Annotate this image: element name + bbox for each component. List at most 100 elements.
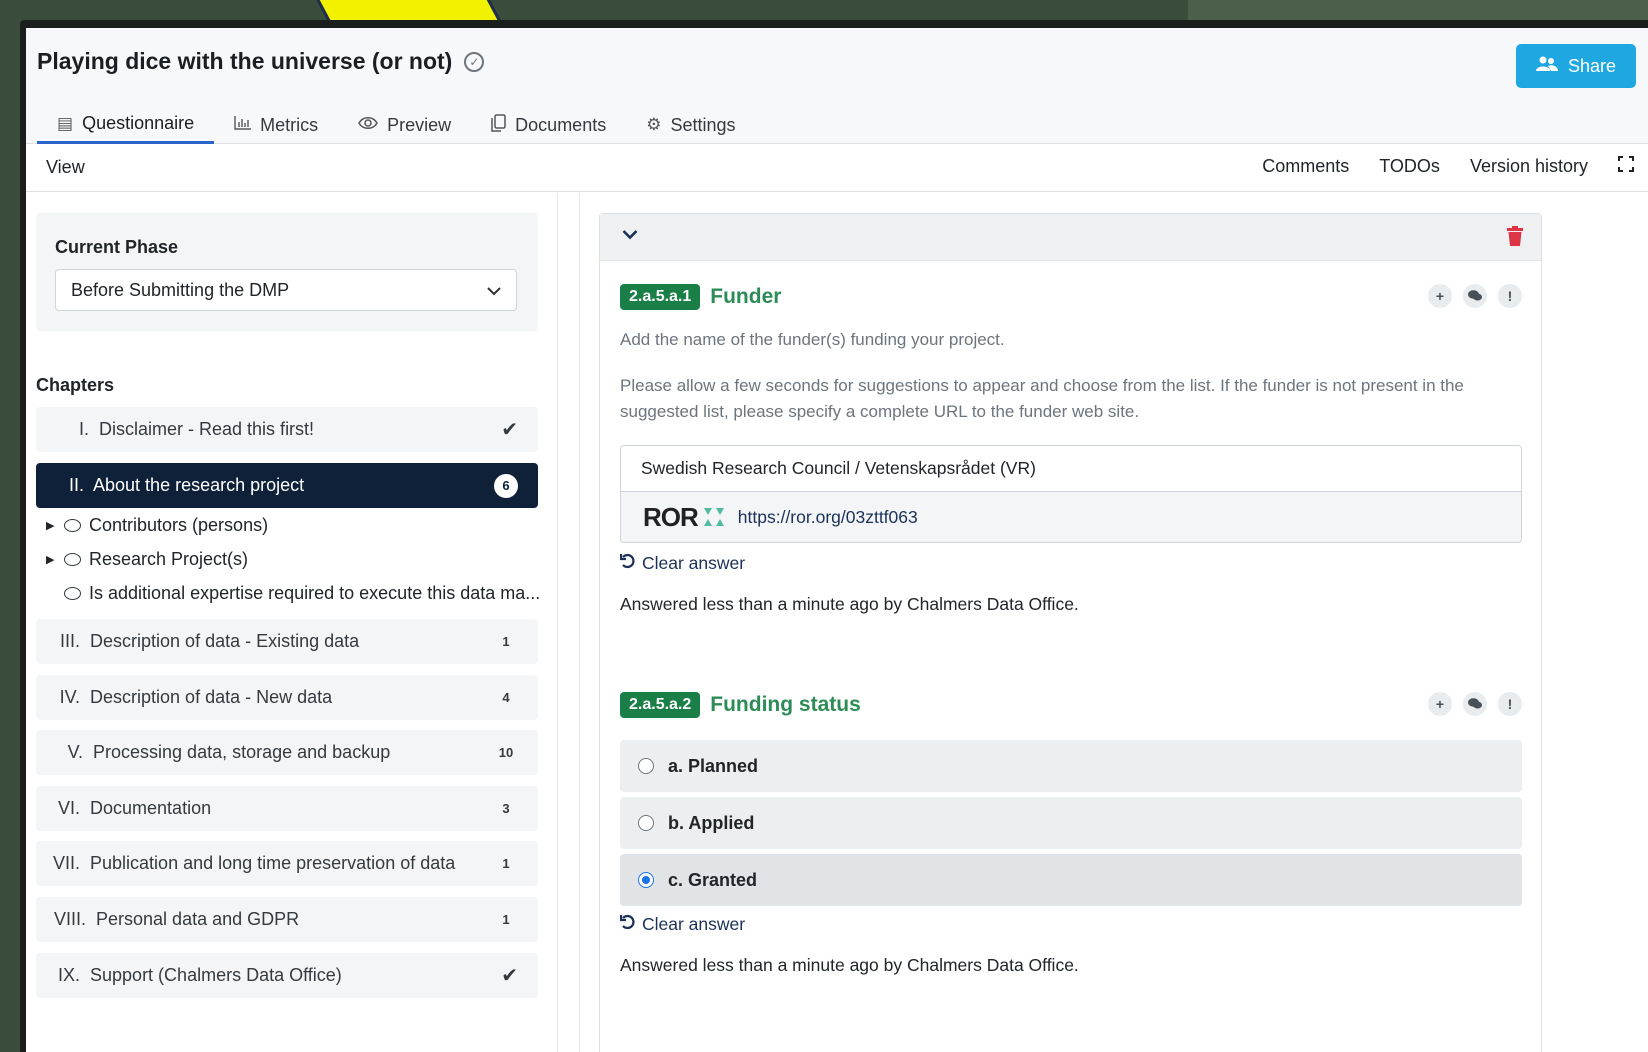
subitem-label: Research Project(s) — [89, 549, 249, 569]
chapter-number: III. — [59, 631, 80, 651]
chapter-title: About the research project — [93, 475, 305, 495]
question-name: Funding status — [710, 693, 861, 716]
subitem-label: Contributors (persons) — [89, 515, 269, 535]
todos-button[interactable]: TODOs — [1379, 156, 1440, 177]
option-label: c. Granted — [668, 869, 758, 890]
tab-label: Metrics — [260, 114, 319, 135]
chapter-item[interactable]: VI. Documentation 3 — [36, 786, 538, 831]
clear-answer-button[interactable]: Clear answer — [619, 553, 1522, 574]
option-granted[interactable]: c. Granted — [620, 854, 1522, 906]
option-planned[interactable]: a. Planned — [620, 740, 1522, 792]
chapter-number: V. — [67, 742, 83, 762]
tab-preview[interactable]: Preview — [338, 106, 471, 144]
tab-questionnaire[interactable]: ▤ Questionnaire — [37, 106, 215, 144]
unanswered-count-badge: 1 — [502, 856, 510, 871]
funder-answer-value: Swedish Research Council / Vetenskapsråd… — [621, 446, 1521, 492]
view-menu[interactable]: View — [46, 157, 85, 178]
add-icon[interactable]: + — [1428, 284, 1452, 308]
comment-icon — [64, 553, 81, 566]
toolbar-right: Comments TODOs Version history — [1262, 156, 1634, 177]
chapter-item[interactable]: III. Description of data - Existing data… — [36, 619, 538, 664]
clear-answer-button[interactable]: Clear answer — [619, 914, 1522, 935]
fullscreen-icon[interactable] — [1618, 156, 1634, 177]
panel-divider — [558, 193, 580, 1052]
trash-icon[interactable] — [1507, 226, 1523, 246]
chapter-item[interactable]: VIII. Personal data and GDPR 1 — [36, 897, 538, 942]
question-help-text: Add the name of the funder(s) funding yo… — [620, 330, 1005, 349]
check-icon: ✔ — [501, 419, 518, 441]
radio-button[interactable] — [638, 758, 654, 774]
option-label: b. Applied — [668, 812, 755, 833]
question-code-badge: 2.a.5.a.2 — [620, 692, 701, 718]
chapter-title: Disclaimer - Read this first! — [99, 419, 315, 439]
version-history-button[interactable]: Version history — [1470, 156, 1588, 177]
title-row: Playing dice with the universe (or not) … — [37, 48, 485, 75]
chapter-item[interactable]: VII. Publication and long time preservat… — [36, 841, 538, 886]
chapter-number: II. — [68, 475, 84, 495]
chapters-sidebar: Current Phase Before Submitting the DMP … — [26, 193, 558, 1052]
chapter-title: Personal data and GDPR — [96, 909, 300, 929]
eye-icon — [358, 115, 379, 135]
tab-settings[interactable]: ⚙ Settings — [626, 106, 755, 144]
chapter-number: VI. — [57, 798, 80, 818]
chapter-number: VIII. — [53, 909, 86, 929]
tab-metrics[interactable]: Metrics — [214, 106, 338, 144]
option-list: a. Planned b. Applied c. Granted — [620, 740, 1522, 906]
unanswered-count-badge: 1 — [502, 634, 510, 649]
answered-info: Answered less than a minute ago by Chalm… — [620, 955, 1079, 975]
comments-icon[interactable] — [1463, 692, 1487, 716]
view-toolbar: View Comments TODOs Version history — [26, 144, 1648, 192]
ror-logo-mark — [703, 508, 724, 526]
tab-documents[interactable]: Documents — [471, 106, 626, 144]
saved-check-icon: ✓ — [464, 51, 485, 72]
ror-logo: ROR — [643, 502, 724, 533]
comments-icon[interactable] — [1463, 284, 1487, 308]
subitem-label: Is additional expertise required to exec… — [89, 583, 541, 603]
radio-button-selected[interactable] — [638, 872, 654, 888]
phase-select[interactable]: Before Submitting the DMP — [55, 269, 517, 311]
add-icon[interactable]: + — [1428, 692, 1452, 716]
chapter-title: Description of data - Existing data — [90, 631, 360, 651]
gears-icon: ⚙ — [646, 115, 662, 134]
chapter-item[interactable]: IX. Support (Chalmers Data Office) ✔ — [36, 953, 538, 998]
undo-icon — [619, 914, 636, 935]
question-help-text: Please allow a few seconds for suggestio… — [620, 376, 1464, 421]
funder-answer-box[interactable]: Swedish Research Council / Vetenskapsråd… — [620, 445, 1522, 543]
chapter-subitem[interactable]: ▶ Contributors (persons) — [46, 515, 268, 536]
tab-label: Settings — [670, 114, 736, 135]
exclamation-icon[interactable]: ! — [1498, 692, 1522, 716]
background-decoration — [312, 0, 503, 22]
phase-selected-value: Before Submitting the DMP — [71, 279, 290, 300]
share-button[interactable]: Share — [1515, 44, 1636, 88]
questionnaire-content: 2.a.5.a.1 Funder + ! Add the name of the… — [580, 193, 1648, 1052]
chapter-title: Processing data, storage and backup — [93, 742, 391, 762]
chapter-subitem[interactable]: ▶ Research Project(s) — [46, 549, 248, 570]
chapter-item[interactable]: I. Disclaimer - Read this first! ✔ — [36, 407, 538, 452]
question-actions: + ! — [1428, 284, 1522, 308]
project-tabs: ▤ Questionnaire Metrics Preview Document… — [37, 106, 756, 144]
exclamation-icon[interactable]: ! — [1498, 284, 1522, 308]
caret-right-icon: ▶ — [46, 554, 55, 566]
list-icon: ▤ — [57, 113, 74, 133]
project-header: Playing dice with the universe (or not) … — [26, 28, 1648, 144]
chapter-item[interactable]: V. Processing data, storage and backup 1… — [36, 730, 538, 775]
users-icon — [1535, 56, 1558, 77]
chapter-title: Description of data - New data — [90, 687, 333, 707]
chapter-item-active[interactable]: II. About the research project 6 — [36, 463, 538, 508]
radio-button[interactable] — [638, 815, 654, 831]
question-actions: + ! — [1428, 692, 1522, 716]
option-applied[interactable]: b. Applied — [620, 797, 1522, 849]
unanswered-count-badge: 3 — [502, 801, 510, 816]
unanswered-count-badge: 1 — [502, 912, 510, 927]
undo-icon — [619, 553, 636, 574]
chapter-item[interactable]: IV. Description of data - New data 4 — [36, 675, 538, 720]
ror-row: ROR https://ror.org/03zttf063 — [621, 492, 1521, 542]
ror-link[interactable]: https://ror.org/03zttf063 — [738, 507, 918, 528]
phase-label: Current Phase — [55, 237, 179, 257]
comments-button[interactable]: Comments — [1262, 156, 1349, 177]
comment-icon — [64, 587, 81, 600]
question-title: 2.a.5.a.1 Funder — [620, 284, 1522, 310]
chevron-down-icon[interactable] — [622, 224, 638, 245]
chapter-subitem[interactable]: Is additional expertise required to exec… — [46, 583, 540, 604]
chapter-number: VII. — [52, 853, 80, 873]
